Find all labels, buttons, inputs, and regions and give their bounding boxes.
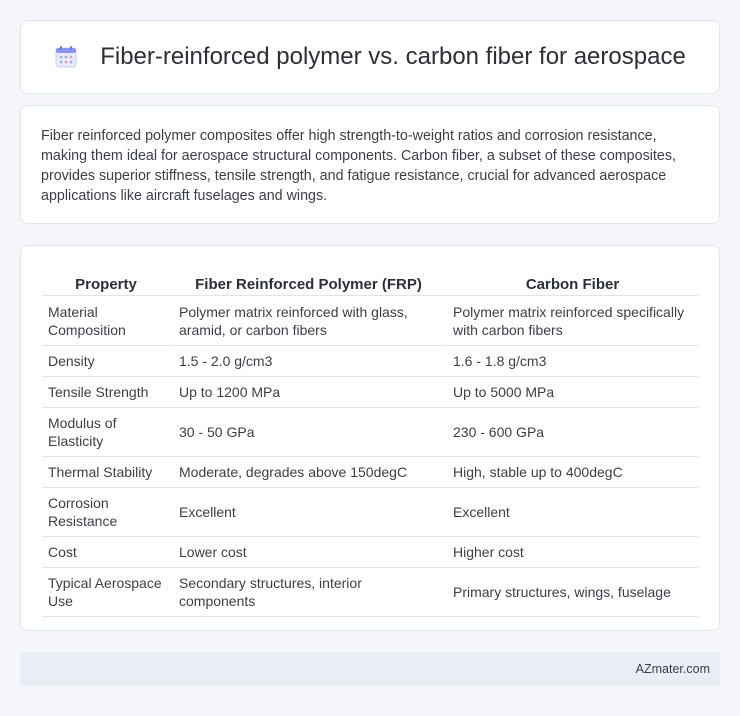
cell-frp: 1.5 - 2.0 g/cm3 <box>170 346 444 377</box>
table-row: Material Composition Polymer matrix rein… <box>42 296 698 346</box>
cell-frp: 30 - 50 GPa <box>170 408 444 457</box>
cell-frp: Excellent <box>170 488 444 537</box>
cell-carbon-fiber: Primary structures, wings, fuselage <box>444 568 698 617</box>
column-header-property: Property <box>42 266 170 296</box>
table-row: Thermal Stability Moderate, degrades abo… <box>42 457 698 488</box>
cell-property: Modulus of Elasticity <box>42 408 170 457</box>
table-row: Density 1.5 - 2.0 g/cm3 1.6 - 1.8 g/cm3 <box>42 346 698 377</box>
cell-property: Thermal Stability <box>42 457 170 488</box>
cell-frp: Polymer matrix reinforced with glass, ar… <box>170 296 444 346</box>
table-row: Cost Lower cost Higher cost <box>42 537 698 568</box>
cell-frp: Moderate, degrades above 150degC <box>170 457 444 488</box>
cell-carbon-fiber: 230 - 600 GPa <box>444 408 698 457</box>
cell-property: Density <box>42 346 170 377</box>
table-header-row: Property Fiber Reinforced Polymer (FRP) … <box>42 266 698 296</box>
cell-frp: Secondary structures, interior component… <box>170 568 444 617</box>
footer-site-name: AZmater.com <box>635 662 710 676</box>
cell-property: Material Composition <box>42 296 170 346</box>
table-row: Corrosion Resistance Excellent Excellent <box>42 488 698 537</box>
column-header-frp: Fiber Reinforced Polymer (FRP) <box>170 266 444 296</box>
cell-carbon-fiber: High, stable up to 400degC <box>444 457 698 488</box>
cell-carbon-fiber: 1.6 - 1.8 g/cm3 <box>444 346 698 377</box>
intro-card: Fiber reinforced polymer composites offe… <box>20 105 720 224</box>
column-header-carbon-fiber: Carbon Fiber <box>444 266 698 296</box>
table-row: Tensile Strength Up to 1200 MPa Up to 50… <box>42 377 698 408</box>
cell-carbon-fiber: Excellent <box>444 488 698 537</box>
cell-carbon-fiber: Up to 5000 MPa <box>444 377 698 408</box>
cell-frp: Up to 1200 MPa <box>170 377 444 408</box>
cell-carbon-fiber: Polymer matrix reinforced specifically w… <box>444 296 698 346</box>
cell-property: Cost <box>42 537 170 568</box>
comparison-card: Property Fiber Reinforced Polymer (FRP) … <box>20 245 720 631</box>
cell-property: Tensile Strength <box>42 377 170 408</box>
cell-property: Typical Aerospace Use <box>42 568 170 617</box>
table-row: Typical Aerospace Use Secondary structur… <box>42 568 698 617</box>
calendar-icon <box>54 45 78 69</box>
comparison-table: Property Fiber Reinforced Polymer (FRP) … <box>42 266 698 617</box>
cell-property: Corrosion Resistance <box>42 488 170 537</box>
table-row: Modulus of Elasticity 30 - 50 GPa 230 - … <box>42 408 698 457</box>
footer: AZmater.com <box>20 652 720 686</box>
cell-frp: Lower cost <box>170 537 444 568</box>
cell-carbon-fiber: Higher cost <box>444 537 698 568</box>
page-title: Fiber-reinforced polymer vs. carbon fibe… <box>100 43 686 70</box>
intro-paragraph: Fiber reinforced polymer composites offe… <box>41 128 676 204</box>
title-card: Fiber-reinforced polymer vs. carbon fibe… <box>20 20 720 94</box>
